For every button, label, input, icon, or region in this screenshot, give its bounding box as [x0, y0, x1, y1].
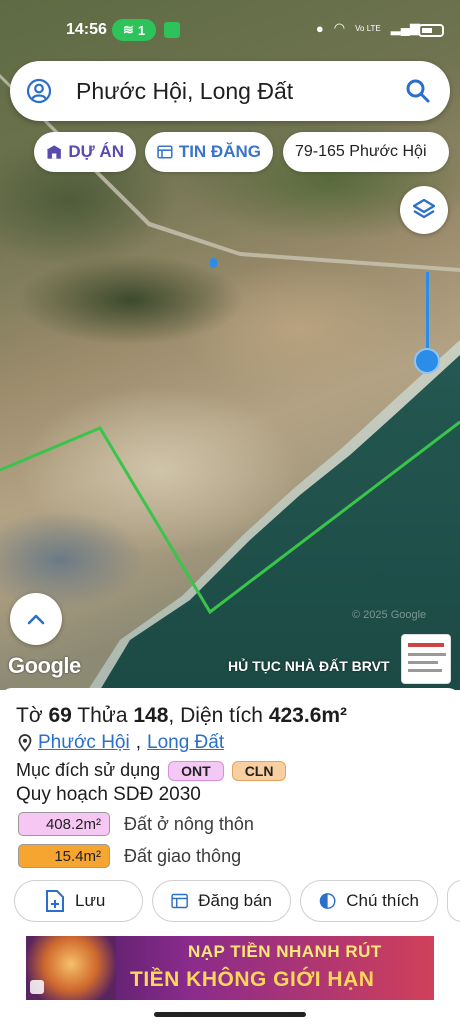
chip-address-label: 79-165 Phước Hội: [295, 143, 427, 160]
loc-comma: ,: [135, 732, 141, 753]
purpose-badge-cln: CLN: [231, 760, 287, 781]
ad-subheadline: TIỀN KHÔNG GIỚI HẠN: [130, 968, 375, 991]
plot-label: Thửa: [77, 704, 128, 727]
map-marker[interactable]: [210, 258, 217, 268]
map-overlay-banner: HỦ TỤC NHÀ ĐẤT BRVT: [228, 658, 390, 674]
listing-icon: [171, 893, 188, 909]
land-use-purpose: Mục đích sử dụng ONT CLN: [16, 760, 287, 781]
building-icon: [46, 145, 62, 159]
parcel-area: 423.6m²: [268, 704, 348, 727]
my-location-dot[interactable]: [414, 348, 440, 374]
message-notification-icon: [164, 22, 180, 38]
contrast-icon: [319, 893, 336, 909]
zone-area-box: 408.2m²: [18, 812, 110, 836]
more-actions-button[interactable]: [447, 880, 460, 922]
ad-choices-icon[interactable]: [30, 980, 44, 994]
wifi-icon: ◠: [333, 20, 346, 35]
parcel-info-panel: Tờ 69 Thửa 148, Diện tích 423.6m² Phước …: [0, 688, 460, 1024]
status-bar: 14:56 ≋ 1 ● ◠ Vo LTE ▂▄▆: [0, 18, 460, 44]
user-account-icon[interactable]: [26, 78, 52, 104]
parcel-location: Phước Hội, Long Đất: [18, 732, 224, 754]
plot-number: 148: [133, 704, 169, 727]
purpose-badge-ont: ONT: [168, 760, 224, 781]
volte-label: Vo LTE: [355, 23, 381, 33]
land-plan-heading: Quy hoạch SDĐ 2030: [16, 784, 201, 805]
home-indicator[interactable]: [154, 1012, 306, 1017]
chip-projects[interactable]: DỰ ÁN: [34, 132, 136, 172]
area-label: Diện tích: [180, 704, 263, 727]
zone-name: Đất ở nông thôn: [124, 813, 254, 834]
document-thumbnail[interactable]: [401, 634, 451, 684]
wifi-hotspot-icon: ≋: [122, 22, 134, 37]
ad-headline: NẠP TIỀN NHANH RÚT: [188, 942, 382, 961]
action-bar: Lưu Đăng bán Chú thích: [14, 880, 460, 922]
expand-panel-button[interactable]: [10, 593, 62, 645]
ward-link[interactable]: Phước Hội: [38, 732, 130, 754]
map-layers-button[interactable]: [400, 186, 448, 234]
search-bar[interactable]: Phước Hội, Long Đất: [10, 61, 450, 121]
save-label: Lưu: [75, 891, 106, 910]
signal-icon: ▂▄▆: [390, 20, 420, 35]
purpose-label: Mục đích sử dụng: [16, 760, 161, 780]
post-for-sale-button[interactable]: Đăng bán: [152, 880, 291, 922]
status-icons: ● ◠ Vo LTE ▂▄▆: [316, 20, 420, 36]
location-status-icon: ●: [315, 20, 324, 36]
hotspot-badge: ≋ 1: [112, 19, 156, 41]
save-button[interactable]: Lưu: [14, 880, 143, 922]
list-icon: [157, 145, 173, 159]
chip-listings-label: TIN ĐĂNG: [178, 142, 261, 161]
search-query[interactable]: Phước Hội, Long Đất: [76, 78, 293, 105]
advertisement-banner[interactable]: NẠP TIỀN NHANH RÚT TIỀN KHÔNG GIỚI HẠN: [26, 936, 434, 1000]
title-comma: ,: [168, 704, 175, 727]
chevron-up-icon: [27, 614, 45, 625]
district-link[interactable]: Long Đất: [147, 732, 224, 754]
zone-row: 408.2m² Đất ở nông thôn: [18, 812, 254, 836]
status-time: 14:56: [66, 21, 107, 38]
sheet-number: 69: [48, 704, 72, 727]
chip-listings[interactable]: TIN ĐĂNG: [145, 132, 273, 172]
google-logo: Google: [8, 653, 81, 678]
location-heading: [426, 272, 429, 360]
parcel-title: Tờ 69 Thửa 148, Diện tích 423.6m²: [16, 704, 347, 728]
search-icon[interactable]: [404, 77, 432, 105]
chip-address[interactable]: 79-165 Phước Hội: [283, 132, 449, 172]
hotspot-count: 1: [137, 22, 146, 38]
layers-icon: [412, 198, 436, 219]
legend-button[interactable]: Chú thích: [300, 880, 438, 922]
chip-projects-label: DỰ ÁN: [68, 142, 124, 161]
sell-label: Đăng bán: [198, 891, 272, 910]
zone-area-box: 15.4m²: [18, 844, 110, 868]
location-pin-icon: [18, 734, 32, 752]
battery-icon: [418, 24, 444, 37]
legend-label: Chú thích: [346, 891, 419, 910]
add-file-icon: [46, 890, 64, 912]
sheet-label: Tờ: [16, 704, 43, 727]
zone-row: 15.4m² Đất giao thông: [18, 844, 241, 868]
zone-name: Đất giao thông: [124, 845, 242, 866]
map-copyright: © 2025 Google: [352, 609, 427, 621]
